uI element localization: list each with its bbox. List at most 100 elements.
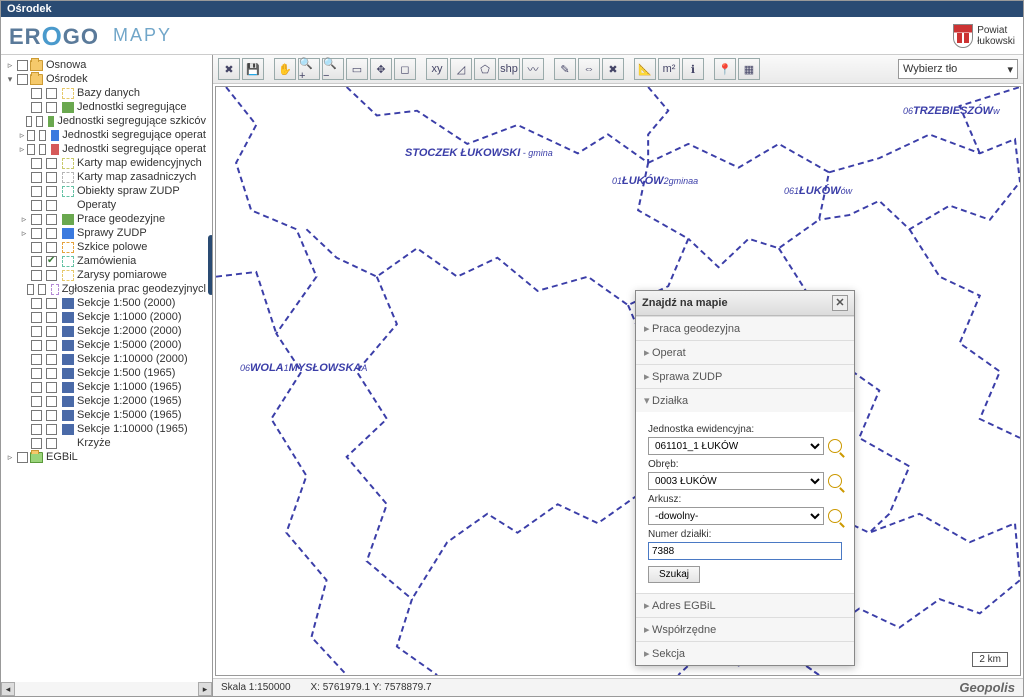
szukaj-button[interactable]: Szukaj	[648, 566, 700, 583]
checkbox[interactable]	[31, 382, 42, 393]
close-button[interactable]: ✖	[218, 58, 240, 80]
map-view[interactable]: 2 km Znajdź na mapie ✕ ▸Praca geodezyjna…	[215, 86, 1021, 676]
checkbox[interactable]	[17, 60, 28, 71]
tree-item[interactable]: Sekcje 1:5000 (1965)	[1, 408, 212, 422]
numer-dzialki-input[interactable]	[648, 542, 842, 560]
checkbox[interactable]	[46, 410, 57, 421]
tree-item[interactable]: Zarysy pomiarowe	[1, 268, 212, 282]
twisty-icon[interactable]: ▹	[19, 144, 25, 155]
twisty-icon[interactable]: ▹	[5, 452, 15, 463]
search-icon[interactable]	[828, 509, 842, 523]
acc-praca[interactable]: ▸Praca geodezyjna	[636, 316, 854, 340]
layer-tree-sidebar[interactable]: ▹Osnowa▾OśrodekBazy danychJednostki segr…	[1, 55, 213, 696]
checkbox[interactable]	[31, 298, 42, 309]
checkbox[interactable]	[46, 382, 57, 393]
checkbox[interactable]	[36, 116, 42, 127]
search-icon[interactable]	[828, 474, 842, 488]
arkusz-select[interactable]: -dowolny-	[648, 507, 824, 525]
checkbox[interactable]	[27, 130, 35, 141]
swap-button[interactable]: ⇔	[578, 58, 600, 80]
checkbox[interactable]	[31, 312, 42, 323]
checkbox[interactable]	[46, 396, 57, 407]
goto-xy-button[interactable]: xy	[426, 58, 448, 80]
marker-button[interactable]: 📍	[714, 58, 736, 80]
tree-item[interactable]: Bazy danych	[1, 86, 212, 100]
checkbox[interactable]	[31, 410, 42, 421]
tree-item[interactable]: Obiekty spraw ZUDP	[1, 184, 212, 198]
checkbox[interactable]	[31, 186, 42, 197]
checkbox[interactable]	[46, 326, 57, 337]
acc-sekcja[interactable]: ▸Sekcja	[636, 641, 854, 665]
jednostka-select[interactable]: 061101_1 ŁUKÓW	[648, 437, 824, 455]
checkbox[interactable]	[39, 130, 47, 141]
tree-item[interactable]: Jednostki segregujące szkicóv	[1, 114, 212, 128]
checkbox[interactable]	[31, 424, 42, 435]
triangle-button[interactable]: 📐	[634, 58, 656, 80]
tree-item[interactable]: Karty map zasadniczych	[1, 170, 212, 184]
scroll-right-icon[interactable]: ▸	[198, 682, 212, 696]
checkbox[interactable]	[31, 228, 42, 239]
checkbox[interactable]	[31, 326, 42, 337]
full-extent-button[interactable]: ✥	[370, 58, 392, 80]
area-button[interactable]: m²	[658, 58, 680, 80]
save-button[interactable]: 💾	[242, 58, 264, 80]
checkbox[interactable]	[46, 424, 57, 435]
checkbox[interactable]	[31, 214, 42, 225]
checkbox[interactable]	[31, 270, 42, 281]
selection-button[interactable]: ◻	[394, 58, 416, 80]
tree-item[interactable]: ▹Sprawy ZUDP	[1, 226, 212, 240]
checkbox[interactable]	[46, 340, 57, 351]
tree-item[interactable]: Sekcje 1:2000 (1965)	[1, 394, 212, 408]
checkbox[interactable]	[31, 200, 42, 211]
checkbox[interactable]	[31, 438, 42, 449]
checkbox[interactable]	[17, 452, 28, 463]
pan-button[interactable]: ✋	[274, 58, 296, 80]
checkbox[interactable]	[46, 102, 57, 113]
checkbox[interactable]	[31, 340, 42, 351]
tree-item[interactable]: Karty map ewidencyjnych	[1, 156, 212, 170]
checkbox[interactable]	[31, 242, 42, 253]
info-button[interactable]: ℹ	[682, 58, 704, 80]
checkbox[interactable]	[46, 88, 57, 99]
tree-item[interactable]: ▹Jednostki segregujące operat	[1, 142, 212, 156]
tree-item[interactable]: Operaty	[1, 198, 212, 212]
twisty-icon[interactable]: ▾	[5, 74, 15, 85]
checkbox[interactable]	[46, 298, 57, 309]
zoom-rect-button[interactable]: ▭	[346, 58, 368, 80]
acc-sprawa[interactable]: ▸Sprawa ZUDP	[636, 364, 854, 388]
checkbox[interactable]	[46, 228, 57, 239]
zoom-in-button[interactable]: 🔍+	[298, 58, 320, 80]
checkbox[interactable]	[31, 354, 42, 365]
grid-button[interactable]: ▦	[738, 58, 760, 80]
checkbox[interactable]	[46, 172, 57, 183]
tree-item[interactable]: ▾Ośrodek	[1, 72, 212, 86]
tree-item[interactable]: Sekcje 1:500 (1965)	[1, 366, 212, 380]
checkbox[interactable]	[31, 158, 42, 169]
tree-item[interactable]: ▹EGBiL	[1, 450, 212, 464]
zoom-out-button[interactable]: 🔍−	[322, 58, 344, 80]
checkbox[interactable]	[27, 144, 35, 155]
checkbox[interactable]	[38, 284, 45, 295]
tree-item[interactable]: Zamówienia	[1, 254, 212, 268]
tree-item[interactable]: Zgłoszenia prac geodezyjnycl	[1, 282, 212, 296]
checkbox[interactable]	[27, 284, 34, 295]
acc-dzialka[interactable]: ▾Działka	[636, 388, 854, 412]
obreb-select[interactable]: 0003 ŁUKÓW	[648, 472, 824, 490]
tree-item[interactable]: Sekcje 1:10000 (1965)	[1, 422, 212, 436]
tree-item[interactable]: Sekcje 1:2000 (2000)	[1, 324, 212, 338]
checkbox[interactable]	[31, 396, 42, 407]
edit-button[interactable]: ✎	[554, 58, 576, 80]
background-select[interactable]: Wybierz tło ▾	[898, 59, 1018, 79]
tree-item[interactable]: Sekcje 1:1000 (2000)	[1, 310, 212, 324]
tree-item[interactable]: Jednostki segregujące	[1, 100, 212, 114]
close-icon[interactable]: ✕	[832, 295, 848, 311]
tree-item[interactable]: Krzyże	[1, 436, 212, 450]
polyline-button[interactable]: 〰	[522, 58, 544, 80]
tree-item[interactable]: Sekcje 1:1000 (1965)	[1, 380, 212, 394]
acc-adres[interactable]: ▸Adres EGBiL	[636, 593, 854, 617]
checkbox[interactable]	[46, 368, 57, 379]
checkbox[interactable]	[46, 438, 57, 449]
acc-operat[interactable]: ▸Operat	[636, 340, 854, 364]
checkbox[interactable]	[39, 144, 47, 155]
tree-item[interactable]: Sekcje 1:10000 (2000)	[1, 352, 212, 366]
